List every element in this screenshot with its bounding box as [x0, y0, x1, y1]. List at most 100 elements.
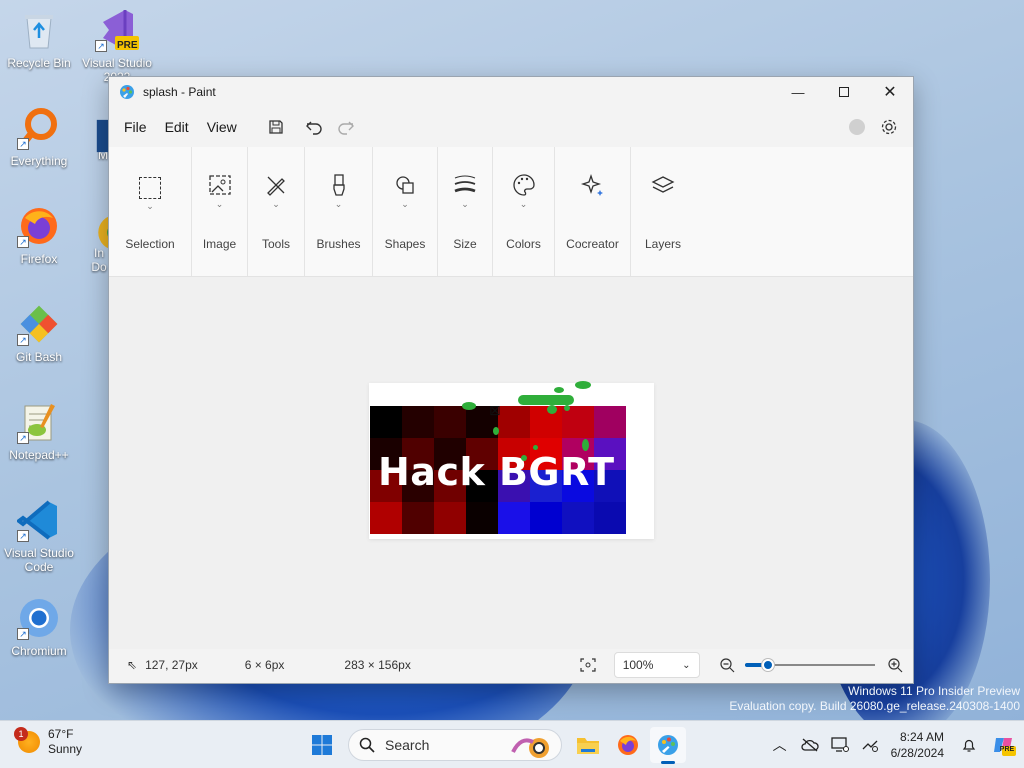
zoom-dropdown[interactable]: 100% ⌄: [613, 652, 700, 678]
image-caption-text: Hack BGRT: [378, 450, 615, 494]
zoom-in-button[interactable]: [887, 657, 913, 673]
eraser-cursor-icon: ⊠: [489, 402, 501, 418]
ribbon-group-colors[interactable]: ⌄ Colors: [493, 147, 555, 276]
green-brush-stroke: [582, 439, 589, 451]
desktop-icon-label: Notepad++: [9, 448, 69, 462]
zoom-slider-thumb[interactable]: [761, 659, 774, 671]
taskbar-apps: Search: [304, 727, 690, 764]
start-button[interactable]: [304, 727, 340, 763]
save-icon: [269, 120, 283, 134]
notification-badge: 1: [14, 727, 28, 741]
zoom-slider[interactable]: [745, 658, 876, 672]
ribbon-group-size[interactable]: ⌄ Size: [438, 147, 493, 276]
display-icon[interactable]: [825, 737, 855, 753]
tools-icon: [267, 176, 285, 196]
taskbar-file-explorer[interactable]: [570, 727, 606, 763]
chevron-down-icon: ⌄: [215, 199, 224, 209]
layers-icon: [651, 176, 675, 193]
palette-icon: [512, 174, 535, 196]
show-hidden-icons-button[interactable]: ︿: [765, 735, 795, 755]
menu-view[interactable]: View: [198, 113, 246, 141]
clock-date: 6/28/2024: [890, 746, 944, 760]
ribbon-group-layers[interactable]: Layers: [631, 147, 695, 276]
desktop-icon-everything[interactable]: ↗ Everything: [0, 106, 78, 168]
desktop-icon-label: Chromium: [11, 644, 67, 658]
chevron-down-icon: ⌄: [146, 201, 154, 211]
desktop-icon-partial-2[interactable]: In Do: [88, 212, 110, 274]
selection-size: 6 × 6px: [245, 658, 345, 672]
canvas-size-value: 283 × 156px: [344, 658, 411, 672]
account-button[interactable]: [841, 112, 873, 142]
menu-edit[interactable]: Edit: [156, 113, 198, 141]
ribbon-label: Shapes: [384, 237, 426, 251]
chevron-down-icon: ⌄: [272, 199, 280, 209]
desktop-icon-notepad-plus-plus[interactable]: ↗ Notepad++: [0, 400, 78, 462]
ribbon-label: Image: [202, 237, 237, 251]
green-brush-stroke: [547, 405, 557, 414]
ribbon-group-brushes[interactable]: ⌄ Brushes: [305, 147, 373, 276]
green-brush-stroke: [575, 381, 591, 389]
ribbon-label: Cocreator: [566, 237, 619, 251]
desktop-icon-recycle-bin[interactable]: Recycle Bin: [0, 8, 78, 70]
ribbon-group-tools[interactable]: ⌄ Tools: [248, 147, 305, 276]
taskbar-clock[interactable]: 8:24 AM 6/28/2024: [891, 729, 944, 761]
copilot-button[interactable]: PRE: [984, 734, 1024, 756]
taskbar-search[interactable]: Search: [348, 729, 562, 761]
zoom-value: 100%: [622, 658, 654, 672]
shortcut-arrow-icon: ↗: [17, 236, 29, 248]
gear-icon: [881, 119, 897, 135]
fit-to-window-button[interactable]: [572, 658, 604, 672]
taskbar-firefox[interactable]: [610, 727, 646, 763]
settings-button[interactable]: [873, 112, 905, 142]
search-placeholder: Search: [385, 737, 430, 753]
desktop-icon-vscode[interactable]: ↗ Visual Studio Code: [0, 498, 78, 574]
ribbon-group-selection[interactable]: ⌄ Selection: [109, 147, 192, 276]
bell-icon: [962, 739, 976, 752]
desktop-icon-chromium[interactable]: ↗ Chromium: [0, 596, 78, 658]
ribbon-toolbar: ⌄ Selection ⌄ Image ⌄ Tools ⌄ Brushes ⌄ …: [109, 147, 913, 277]
ribbon-group-cocreator[interactable]: Cocreator: [555, 147, 631, 276]
zoom-out-button[interactable]: [719, 657, 745, 673]
shortcut-arrow-icon: ↗: [17, 628, 29, 640]
desktop-icon-visual-studio[interactable]: PRE ↗ Visual Studio 2022: [78, 8, 156, 84]
paint-app-icon: [120, 85, 134, 99]
chevron-down-icon: ⌄: [334, 199, 343, 209]
minimize-button[interactable]: —: [775, 77, 821, 107]
undo-button[interactable]: [298, 112, 330, 142]
green-brush-stroke: [564, 405, 570, 411]
canvas-paper[interactable]: Hack BGRT ⊠: [369, 381, 654, 539]
selection-icon: [139, 177, 161, 199]
ribbon-label: Colors: [506, 237, 541, 251]
canvas-image[interactable]: Hack BGRT: [370, 406, 626, 534]
weather-condition: Sunny: [48, 742, 83, 756]
title-bar[interactable]: splash - Paint — ✕: [109, 77, 913, 107]
cursor-position-value: 127, 27px: [145, 658, 198, 672]
desktop-icon-git-bash[interactable]: ↗ Git Bash: [0, 302, 78, 364]
network-icon[interactable]: [855, 737, 885, 753]
visual-studio-icon: PRE ↗: [95, 8, 139, 52]
redo-button[interactable]: [330, 112, 362, 142]
desktop-icon-firefox[interactable]: ↗ Firefox: [0, 204, 78, 266]
shortcut-arrow-icon: ↗: [17, 530, 29, 542]
maximize-icon: [839, 87, 849, 97]
chevron-down-icon: ⌄: [519, 199, 528, 209]
app-icon: [88, 212, 110, 250]
vscode-icon: ↗: [17, 498, 61, 542]
desktop-icon-label: Recycle Bin: [7, 56, 71, 70]
stroke-size-icon: [454, 175, 476, 193]
notifications-button[interactable]: [954, 737, 984, 753]
ribbon-group-image[interactable]: ⌄ Image: [192, 147, 248, 276]
close-button[interactable]: ✕: [867, 77, 913, 107]
onedrive-offline-icon[interactable]: [795, 738, 825, 752]
ribbon-group-shapes[interactable]: ⌄ Shapes: [373, 147, 438, 276]
taskbar-paint[interactable]: [650, 727, 686, 764]
ribbon-label: Layers: [644, 237, 682, 251]
chevron-down-icon: ⌄: [401, 199, 409, 209]
maximize-button[interactable]: [821, 77, 867, 107]
menu-file[interactable]: File: [115, 113, 156, 141]
save-button[interactable]: [260, 112, 292, 142]
ribbon-label: Size: [453, 237, 477, 251]
weather-widget[interactable]: 1 67°F Sunny: [14, 727, 83, 757]
chevron-up-icon: ︿: [772, 737, 787, 753]
canvas-area[interactable]: Hack BGRT ⊠: [109, 277, 913, 649]
